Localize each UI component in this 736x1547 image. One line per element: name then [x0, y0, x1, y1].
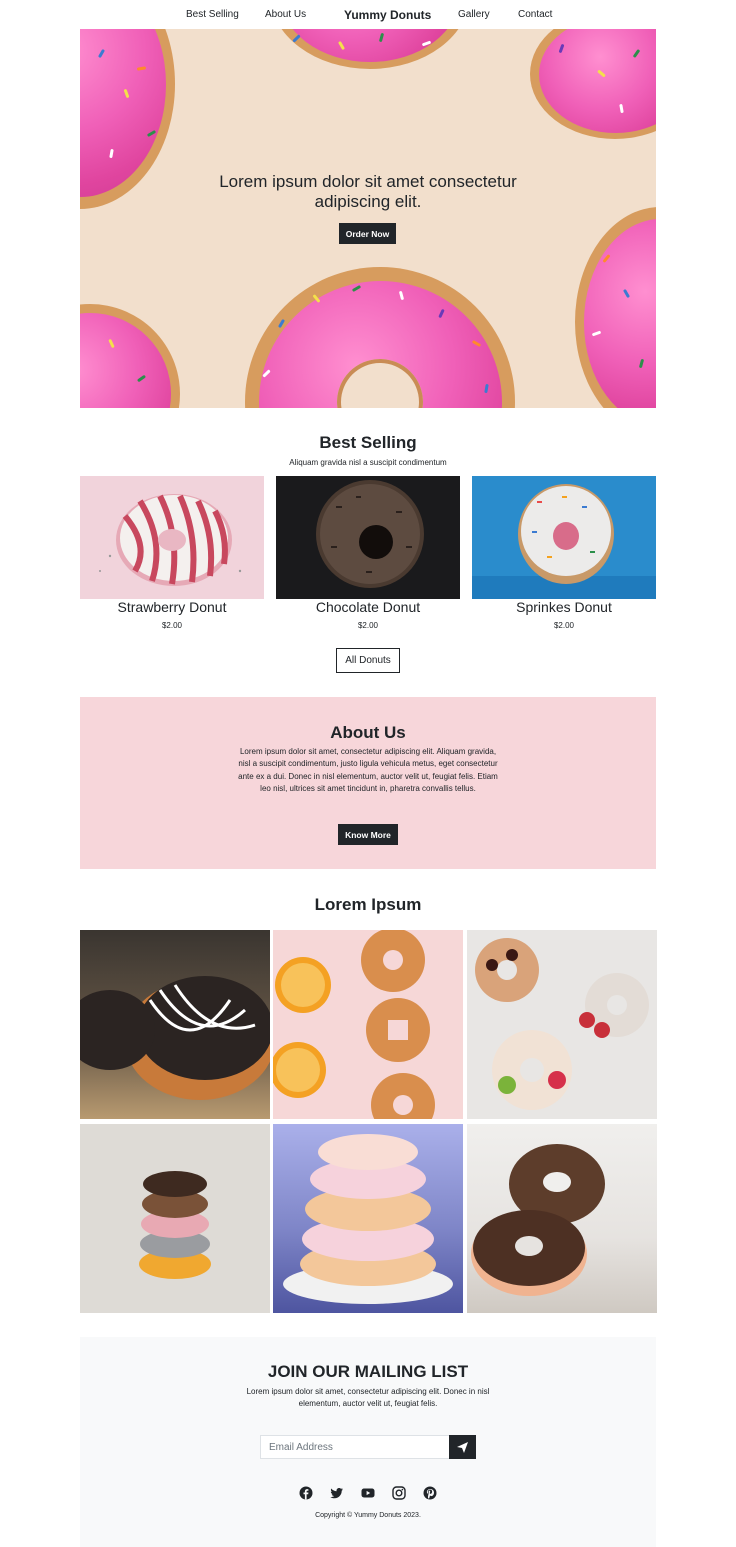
best-selling-title: Best Selling [319, 433, 417, 452]
gallery-image[interactable] [273, 1124, 463, 1313]
instagram-icon[interactable] [392, 1486, 406, 1500]
hero-donut-image [80, 304, 180, 408]
gallery-title: Lorem Ipsum [314, 895, 422, 914]
hero-donut-image [530, 29, 656, 139]
product-name: Chocolate Donut [315, 599, 421, 615]
brand-logo[interactable]: Yummy Donuts [344, 8, 431, 22]
about-title: About Us [330, 723, 406, 742]
hero-donut-image [245, 267, 515, 408]
twitter-icon[interactable] [330, 1486, 344, 1500]
product-name: Sprinkes Donut [516, 599, 612, 615]
gallery-image[interactable] [80, 930, 270, 1119]
best-selling-subtitle: Aliquam gravida nisl a suscipit condimen… [289, 458, 447, 467]
mailing-list-title: JOIN OUR MAILING LIST [267, 1362, 469, 1381]
top-nav: Best Selling About Us Yummy Donuts Galle… [0, 0, 736, 29]
email-input[interactable] [260, 1435, 450, 1459]
mailing-list-text: Lorem ipsum dolor sit amet, consectetur … [246, 1387, 490, 1409]
hero-headline: Lorem ipsum dolor sit amet consectetur a… [219, 172, 517, 211]
gallery-image[interactable] [273, 930, 463, 1119]
hero-donut-image [575, 207, 656, 408]
pinterest-icon[interactable] [423, 1486, 437, 1500]
strawberry-donut-image[interactable] [80, 476, 264, 599]
sprinkles-donut-image[interactable] [472, 476, 656, 599]
gallery-image[interactable] [80, 1124, 270, 1313]
product-price: $2.00 [161, 621, 183, 630]
youtube-icon[interactable] [361, 1486, 375, 1500]
gallery-image[interactable] [467, 930, 657, 1119]
facebook-icon[interactable] [299, 1486, 313, 1500]
all-donuts-button[interactable]: All Donuts [336, 648, 400, 673]
product-price: $2.00 [357, 621, 379, 630]
know-more-button[interactable]: Know More [338, 824, 398, 845]
product-price: $2.00 [553, 621, 575, 630]
about-body: Lorem ipsum dolor sit amet, consectetur … [238, 747, 498, 793]
chocolate-donut-image[interactable] [276, 476, 460, 599]
nav-link-contact[interactable]: Contact [518, 9, 552, 20]
order-now-button[interactable]: Order Now [339, 223, 396, 244]
nav-link-gallery[interactable]: Gallery [458, 9, 490, 20]
subscribe-button[interactable] [449, 1435, 476, 1459]
send-icon [457, 1442, 468, 1453]
nav-link-best-selling[interactable]: Best Selling [186, 9, 239, 20]
copyright-text: Copyright © Yummy Donuts 2023. [315, 1512, 421, 1519]
nav-link-about-us[interactable]: About Us [265, 9, 306, 20]
gallery-image[interactable] [467, 1124, 657, 1313]
product-name: Strawberry Donut [117, 599, 227, 615]
hero-banner: Lorem ipsum dolor sit amet consectetur a… [80, 29, 656, 408]
